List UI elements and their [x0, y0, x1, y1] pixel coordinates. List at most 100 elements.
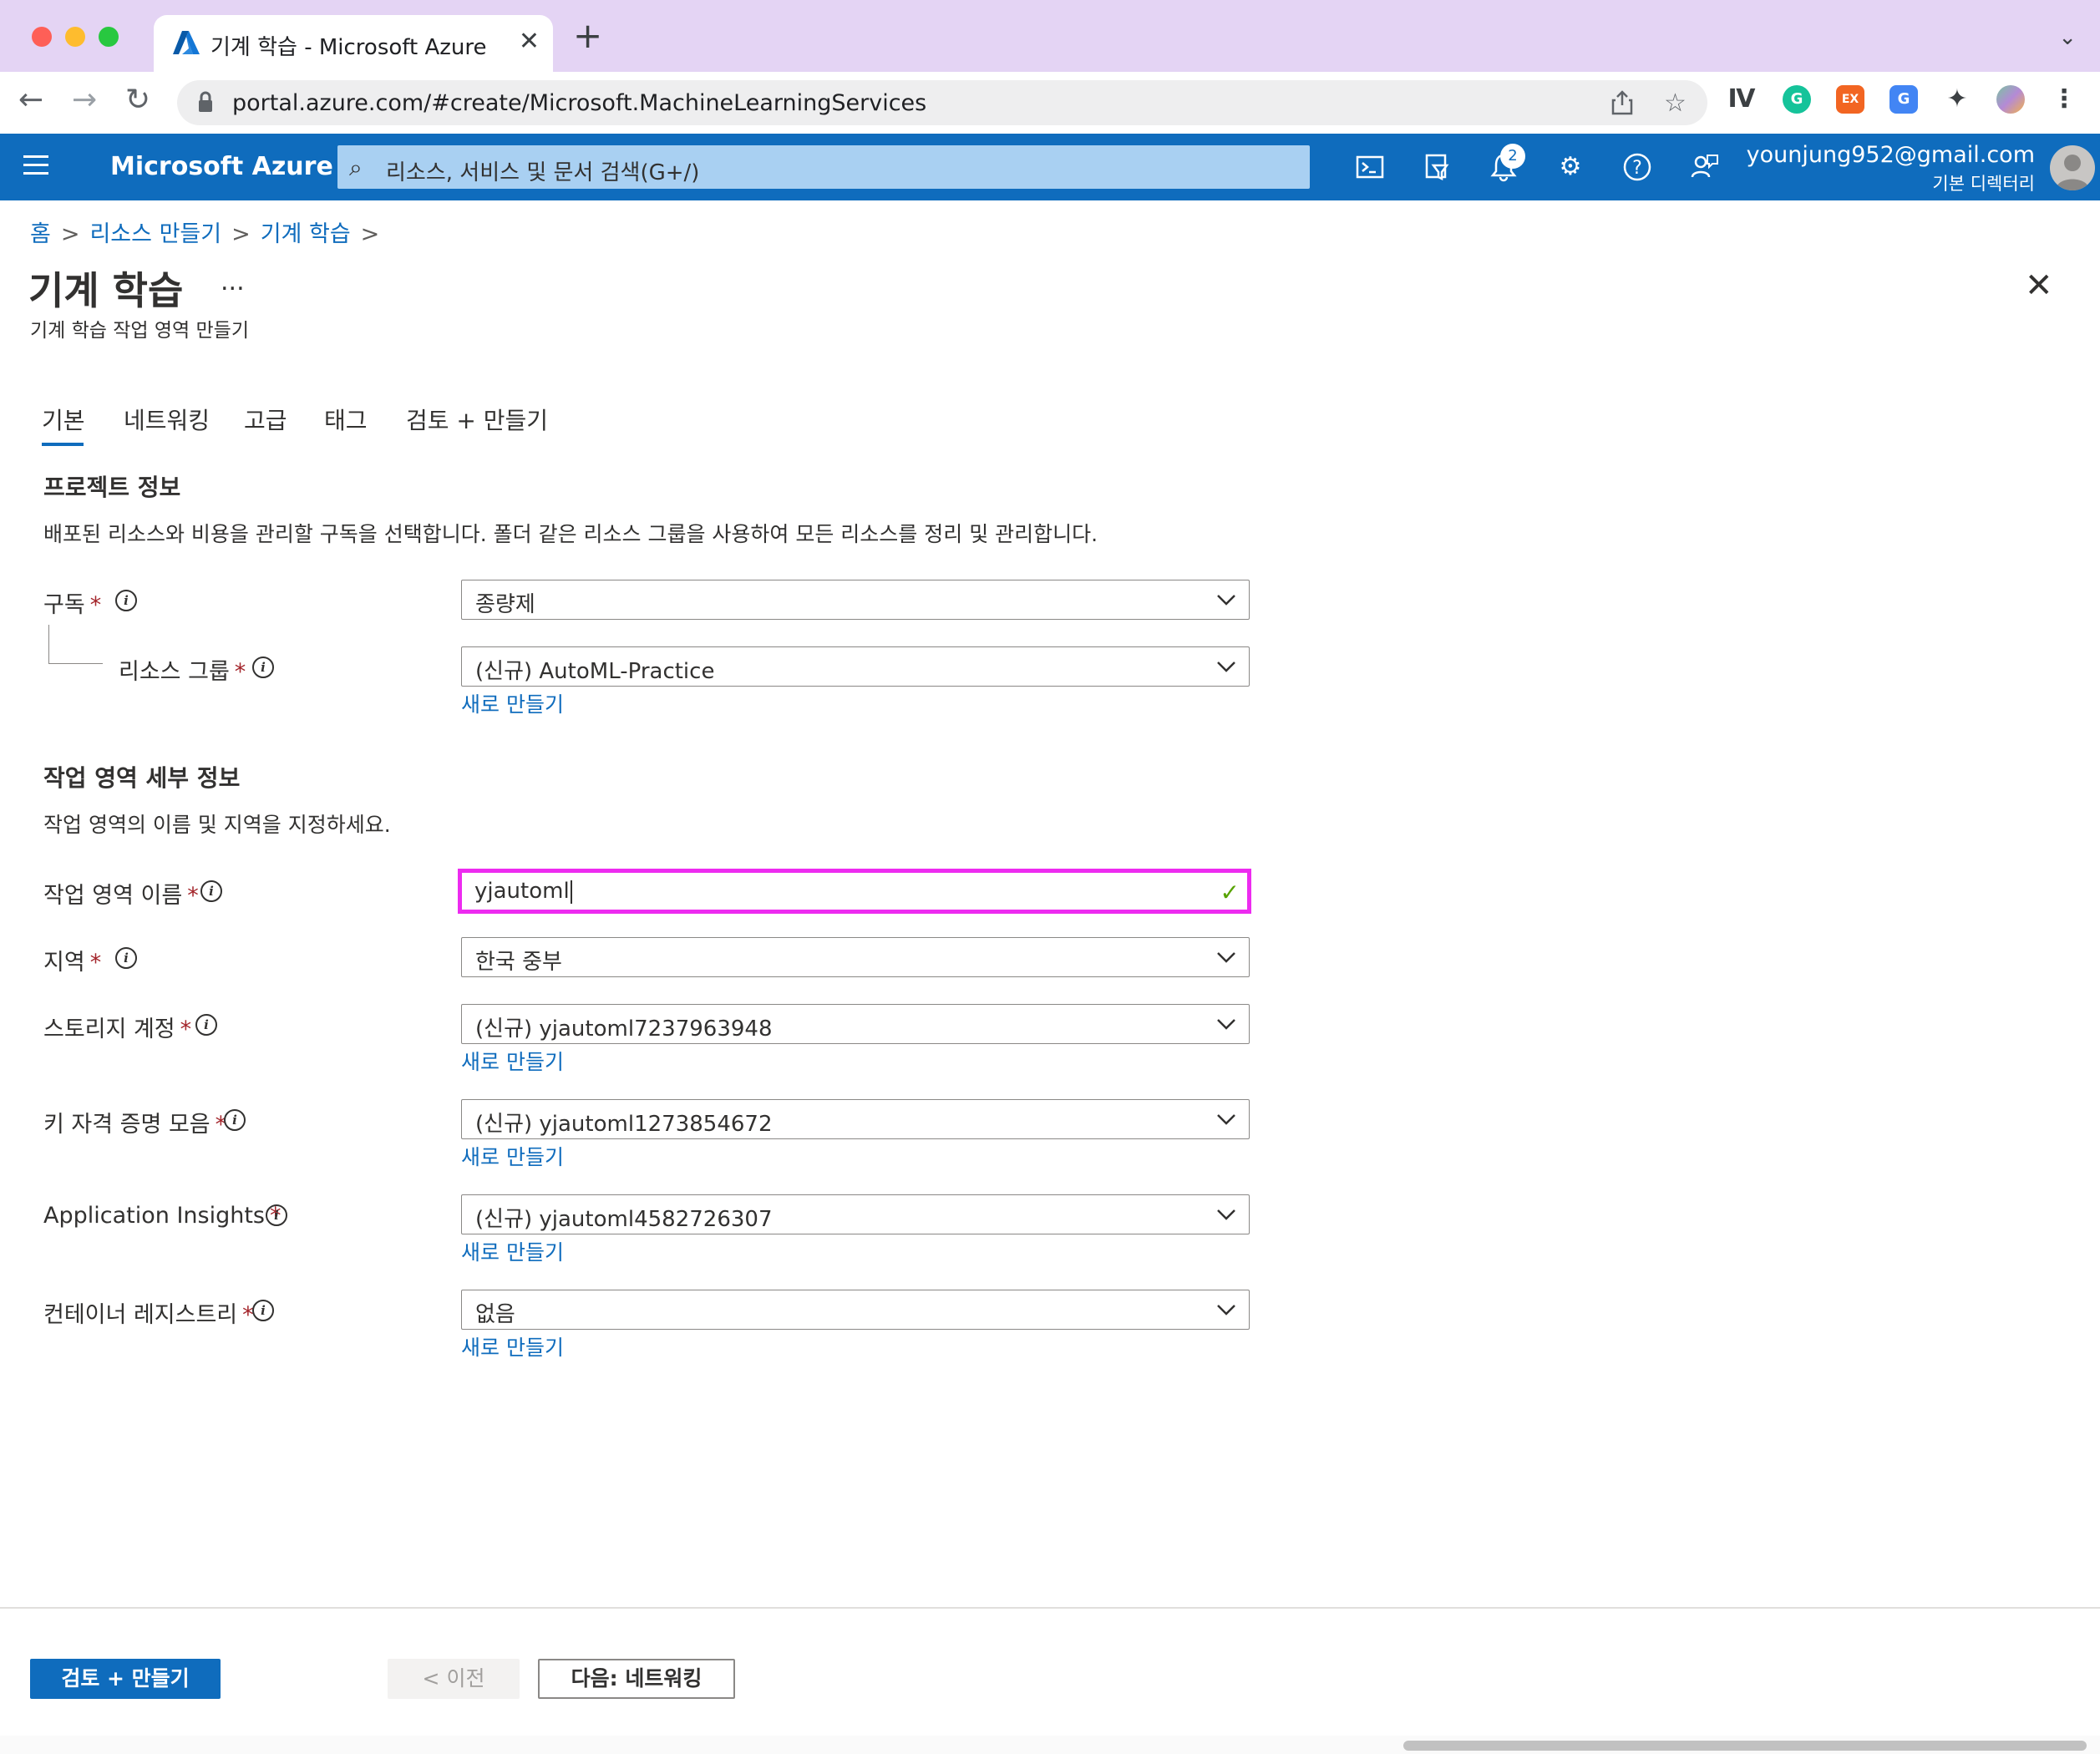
app-insights-value: (신규) yjautoml4582726307	[475, 1207, 773, 1232]
cloud-shell-icon[interactable]	[1353, 150, 1387, 184]
storage-account-dropdown[interactable]: (신규) yjautoml7237963948	[461, 1004, 1250, 1044]
container-registry-label: 컨테이너 레지스트리 *	[43, 1302, 254, 1328]
breadcrumb: 홈 > 리소스 만들기 > 기계 학습 >	[30, 215, 389, 248]
settings-gear-icon[interactable]: ⚙	[1554, 150, 1587, 184]
workspace-name-label: 작업 영역 이름 *	[43, 883, 199, 909]
focus-highlight-outline	[458, 869, 1251, 914]
grammarly-icon[interactable]: G	[1783, 85, 1811, 114]
tab-tags[interactable]: 태그	[324, 403, 368, 436]
user-email[interactable]: younjung952@gmail.com	[1747, 142, 2035, 168]
review-create-button[interactable]: 검토 + 만들기	[30, 1659, 221, 1699]
help-question-icon[interactable]: ?	[1621, 150, 1654, 184]
new-tab-button[interactable]: +	[573, 18, 602, 53]
close-tab-icon[interactable]: ✕	[519, 27, 540, 56]
notification-count-badge: 2	[1500, 144, 1525, 169]
search-icon: ⌕	[349, 154, 363, 181]
info-icon[interactable]: i	[266, 1204, 287, 1226]
hierarchy-connector	[48, 625, 103, 664]
address-bar[interactable]: portal.azure.com/#create/Microsoft.Machi…	[177, 80, 1707, 125]
person-icon	[2056, 155, 2089, 190]
bookmark-star-icon[interactable]: ☆	[1664, 89, 1687, 118]
key-vault-label: 키 자격 증명 모음 *	[43, 1112, 227, 1138]
tab-basics[interactable]: 기본	[42, 403, 85, 436]
azure-logo-icon	[173, 31, 200, 54]
browser-menu-icon[interactable]: ⋮	[2050, 85, 2078, 114]
horizontal-scrollbar-thumb[interactable]	[1403, 1741, 2087, 1751]
subscription-value: 종량제	[475, 592, 535, 617]
forward-arrow-icon[interactable]: →	[72, 85, 97, 115]
info-icon[interactable]: i	[252, 1300, 274, 1321]
info-icon[interactable]: i	[200, 880, 222, 902]
key-vault-value: (신규) yjautoml1273854672	[475, 1112, 773, 1137]
tab-title: 기계 학습 - Microsoft Azure	[211, 35, 487, 60]
app-insights-dropdown[interactable]: (신규) yjautoml4582726307	[461, 1194, 1250, 1234]
footer-divider	[0, 1607, 2100, 1609]
resource-group-dropdown[interactable]: (신규) AutoML-Practice	[461, 646, 1250, 687]
extension-ex-icon[interactable]: EX	[1836, 85, 1864, 114]
breadcrumb-chevron-icon: >	[60, 221, 80, 247]
feedback-icon[interactable]	[1687, 150, 1721, 184]
key-vault-create-new-link[interactable]: 새로 만들기	[461, 1141, 564, 1171]
info-icon[interactable]: i	[252, 656, 274, 678]
minimize-window-button[interactable]	[65, 27, 85, 47]
tab-advanced[interactable]: 고급	[244, 403, 287, 436]
azure-brand[interactable]: Microsoft Azure	[110, 152, 333, 181]
browser-tab-active[interactable]: 기계 학습 - Microsoft Azure ✕	[154, 15, 553, 72]
region-dropdown[interactable]: 한국 중부	[461, 937, 1250, 977]
user-avatar[interactable]	[2050, 145, 2095, 190]
browser-tab-bar: 기계 학습 - Microsoft Azure ✕ + ⌄	[0, 0, 2100, 72]
subscription-dropdown[interactable]: 종량제	[461, 580, 1250, 620]
storage-account-label: 스토리지 계정 *	[43, 1016, 192, 1042]
maximize-window-button[interactable]	[99, 27, 119, 47]
chevron-down-icon	[1217, 1114, 1235, 1125]
info-icon[interactable]: i	[115, 947, 137, 969]
directory-filter-icon[interactable]	[1420, 150, 1453, 184]
container-registry-dropdown[interactable]: 없음	[461, 1290, 1250, 1330]
chevron-down-icon	[1217, 1209, 1235, 1220]
tab-networking[interactable]: 네트워킹	[124, 403, 210, 436]
breadcrumb-home[interactable]: 홈	[30, 221, 51, 247]
back-arrow-icon[interactable]: ←	[18, 85, 43, 115]
project-details-description: 배포된 리소스와 비용을 관리할 구독을 선택합니다. 폴더 같은 리소스 그룹…	[43, 522, 1098, 546]
user-directory: 기본 디렉터리	[1932, 174, 2035, 194]
chevron-down-icon	[1217, 1019, 1235, 1030]
profile-avatar-icon[interactable]	[1996, 85, 2025, 114]
close-icon[interactable]: ✕	[2025, 269, 2053, 302]
breadcrumb-machine-learning[interactable]: 기계 학습	[261, 221, 351, 247]
page-title: 기계 학습	[28, 268, 184, 313]
resource-group-create-new-link[interactable]: 새로 만들기	[461, 688, 564, 718]
page-subtitle: 기계 학습 작업 영역 만들기	[30, 320, 250, 342]
info-icon[interactable]: i	[224, 1109, 246, 1131]
tab-search-chevron-icon[interactable]: ⌄	[2058, 25, 2077, 50]
container-registry-value: 없음	[475, 1302, 515, 1327]
reload-icon[interactable]: ↻	[125, 85, 150, 115]
browser-toolbar: ← → ↻ portal.azure.com/#create/Microsoft…	[0, 72, 2100, 134]
info-icon[interactable]: i	[195, 1014, 217, 1036]
chevron-down-icon	[1217, 662, 1235, 672]
tab-review-create[interactable]: 검토 + 만들기	[406, 403, 548, 436]
translate-icon[interactable]: G	[1889, 85, 1918, 114]
container-registry-create-new-link[interactable]: 새로 만들기	[461, 1331, 564, 1361]
storage-create-new-link[interactable]: 새로 만들기	[461, 1046, 564, 1076]
resource-group-value: (신규) AutoML-Practice	[475, 659, 715, 684]
more-actions-ellipsis[interactable]: ...	[221, 267, 245, 297]
workspace-details-description: 작업 영역의 이름 및 지역을 지정하세요.	[43, 813, 391, 837]
extensions-puzzle-icon[interactable]: ✦	[1943, 85, 1971, 114]
portal-menu-icon[interactable]	[23, 155, 48, 180]
next-networking-button[interactable]: 다음: 네트워킹	[538, 1659, 735, 1699]
search-placeholder: 리소스, 서비스 및 문서 검색(G+/)	[386, 160, 700, 185]
chevron-down-icon	[1217, 595, 1235, 606]
global-search-input[interactable]: ⌕ 리소스, 서비스 및 문서 검색(G+/)	[337, 145, 1310, 189]
app-insights-create-new-link[interactable]: 새로 만들기	[461, 1236, 564, 1266]
close-window-button[interactable]	[32, 27, 52, 47]
share-icon[interactable]	[1611, 90, 1634, 115]
app-insights-label: Application Insights *	[43, 1203, 282, 1229]
key-vault-dropdown[interactable]: (신규) yjautoml1273854672	[461, 1099, 1250, 1139]
info-icon[interactable]: i	[115, 590, 137, 611]
project-details-heading: 프로젝트 정보	[43, 474, 181, 501]
subscription-label: 구독 *	[43, 592, 102, 618]
region-label: 지역 *	[43, 950, 102, 976]
breadcrumb-create-resource[interactable]: 리소스 만들기	[89, 221, 221, 247]
previous-button[interactable]: < 이전	[388, 1659, 520, 1699]
extension-n-icon[interactable]: Ⅳ	[1727, 85, 1756, 114]
